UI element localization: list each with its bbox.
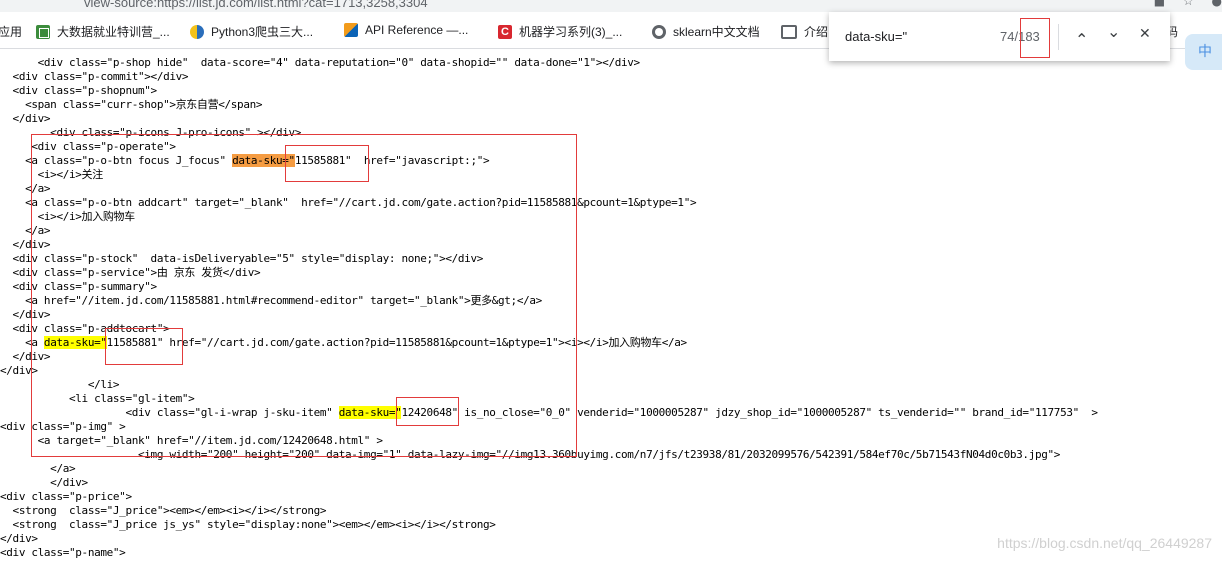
watermark-text: https://blog.csdn.net/qq_26449287: [997, 535, 1212, 551]
source-line: <div class="p-shopnum">: [0, 84, 158, 97]
annotation-box-sku-addcart: [105, 328, 183, 365]
profile-icon[interactable]: ●: [1212, 0, 1222, 8]
source-line: <strong class="J_price js_ys" style="dis…: [0, 518, 496, 531]
source-line: <strong class="J_price"><em></em><i></i>…: [0, 504, 327, 517]
source-line: <div class="p-commit"></div>: [0, 70, 189, 83]
source-line: </div>: [0, 532, 38, 545]
bookmark-sklearn[interactable]: sklearn中文文档: [652, 23, 760, 40]
find-close-button[interactable]: ✕: [1139, 26, 1151, 42]
find-input[interactable]: data-sku=": [845, 29, 907, 44]
star-icon[interactable]: ☆: [1183, 0, 1194, 8]
bookmark-label: Python3爬虫三大...: [211, 25, 314, 39]
bookmark-python[interactable]: Python3爬虫三大...: [190, 23, 313, 40]
source-line: </div>: [0, 476, 88, 489]
bookmark-label: 介绍: [804, 25, 829, 39]
book-icon: [781, 24, 797, 39]
green-site-icon: [36, 24, 50, 39]
find-current-index: 74: [1000, 29, 1015, 44]
bookmark-api-reference[interactable]: API Reference —...: [344, 23, 468, 37]
find-bar: data-sku=" 74/183 ⌃ ⌄ ✕: [829, 12, 1170, 61]
find-next-button[interactable]: ⌄: [1107, 22, 1120, 41]
annotation-box-product-block: [31, 134, 577, 457]
bookmark-intro[interactable]: 介绍: [781, 23, 828, 40]
source-line: <span class="curr-shop">京东自营</span>: [0, 98, 263, 111]
source-line: <div class="p-name">: [0, 546, 126, 559]
find-prev-button[interactable]: ⌃: [1075, 30, 1088, 49]
api-icon: [344, 23, 358, 37]
annotation-box-sku-next-item: [396, 397, 459, 426]
find-divider: [1058, 24, 1059, 50]
bookmark-apps[interactable]: 应用: [0, 23, 22, 40]
bookmark-label: 大数据就业特训营_...: [57, 25, 170, 39]
url-text[interactable]: view-source:https://list.jd.com/list.htm…: [84, 0, 428, 10]
extension-icon[interactable]: ■: [1154, 0, 1165, 8]
bookmark-label: API Reference —...: [365, 23, 469, 37]
bookmark-label: 应用: [0, 25, 23, 39]
source-line: </a>: [0, 462, 76, 475]
source-line: </div>: [0, 112, 51, 125]
csdn-icon: C: [498, 24, 512, 39]
bookmark-label: 机器学习系列(3)_...: [519, 25, 623, 39]
bookmark-bigdata[interactable]: 大数据就业特训营_...: [36, 23, 170, 40]
python-icon: [190, 24, 204, 39]
globe-icon: [652, 24, 666, 39]
address-bar[interactable]: view-source:https://list.jd.com/list.htm…: [0, 0, 1222, 12]
source-line: <div class="p-price">: [0, 490, 132, 503]
bookmark-label: sklearn中文文档: [673, 25, 760, 39]
source-line: <div class="p-shop hide" data-score="4" …: [0, 56, 641, 69]
annotation-box-sku-focus: [285, 145, 369, 182]
annotation-box-match-count: [1020, 18, 1050, 58]
bookmark-ml-series[interactable]: C 机器学习系列(3)_...: [498, 23, 622, 40]
